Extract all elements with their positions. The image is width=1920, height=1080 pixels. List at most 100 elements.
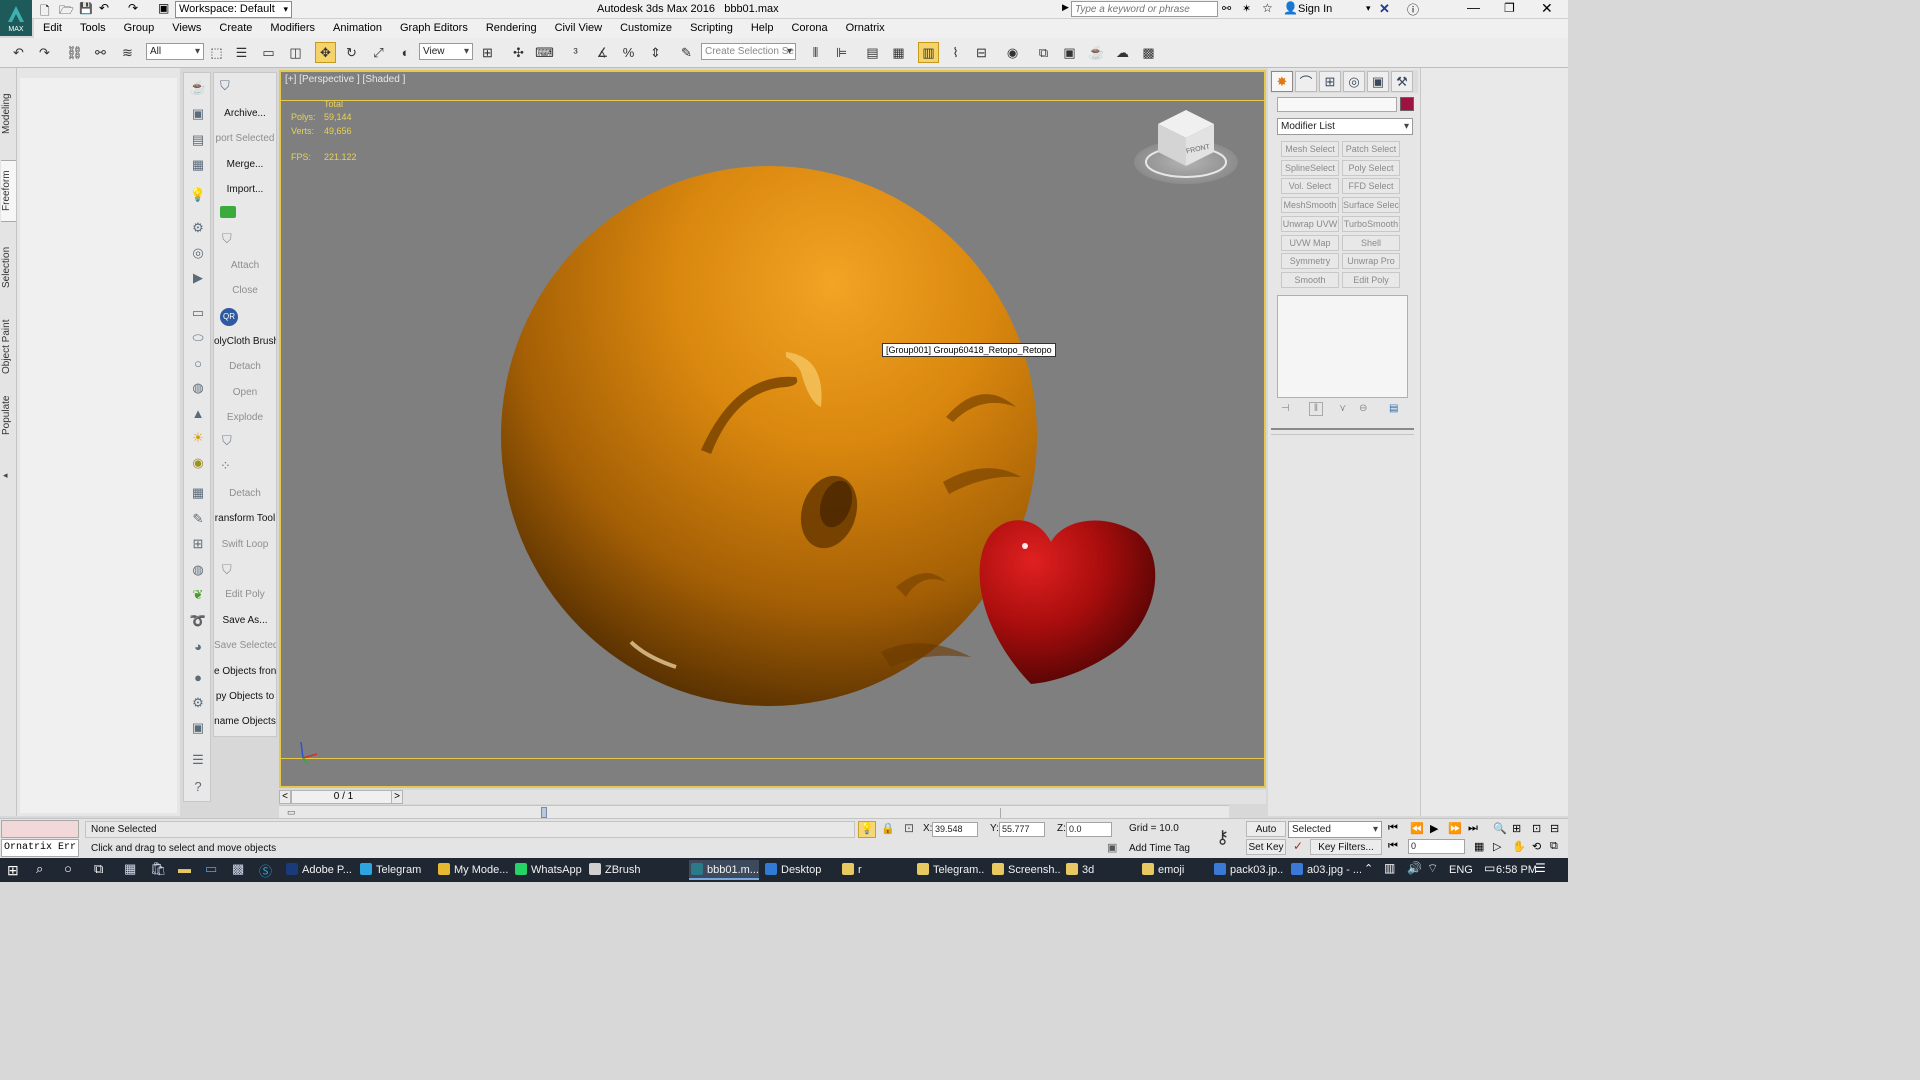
bind-to-space-warp-icon[interactable]: ≋	[117, 42, 138, 63]
task-view-icon[interactable]: ⧉	[94, 861, 103, 877]
list-icon[interactable]: ☰	[188, 750, 208, 770]
menu-animation[interactable]: Animation	[324, 19, 391, 38]
named-selection-sets-dropdown[interactable]: Create Selection Se	[701, 43, 796, 60]
cloth-icon[interactable]: ⚙	[188, 218, 208, 238]
planet-icon[interactable]: ◕	[188, 636, 208, 656]
set-key-mode-key-icon[interactable]: ⚷	[1216, 827, 1229, 848]
selection-lock-icon[interactable]: 🔒	[881, 822, 895, 835]
maxscript-listener-bottom[interactable]: Ornatrix Err	[1, 839, 79, 857]
motion-tab-icon[interactable]: ◎	[1343, 71, 1365, 92]
taskbar-app-a03-jpg[interactable]: a03.jpg - ...	[1289, 860, 1361, 880]
make-unique-icon[interactable]: ⋎	[1339, 403, 1346, 414]
scene-render[interactable]	[281, 72, 1264, 786]
save-file-icon[interactable]: 💾	[79, 2, 93, 15]
tool-button-detach[interactable]: Detach	[214, 488, 276, 499]
y-coordinate-field[interactable]: 55.777	[999, 822, 1045, 837]
modifier-button-symmetry[interactable]: Symmetry	[1281, 253, 1339, 270]
ribbon-tab-object-paint[interactable]: Object Paint	[1, 312, 16, 382]
sphere-object-icon[interactable]: ○	[188, 353, 208, 373]
taskbar-app-emoji[interactable]: emoji	[1140, 860, 1206, 880]
user-icon[interactable]: 👤	[1283, 1, 1298, 15]
pin-stack-icon[interactable]: ⊣	[1281, 403, 1290, 414]
settings-icon[interactable]: ⚙	[188, 693, 208, 713]
photos-app-icon[interactable]: ▩	[232, 861, 244, 877]
modifier-stack[interactable]	[1277, 295, 1408, 398]
zoom-icon[interactable]: 🔍	[1493, 822, 1507, 835]
modifier-button-shell[interactable]: Shell	[1342, 234, 1400, 251]
calculator-app-icon[interactable]: ▦	[124, 861, 136, 877]
ribbon-tab-freeform[interactable]: Freeform	[1, 160, 16, 222]
sky-dome-icon[interactable]: ◉	[188, 453, 208, 473]
menu-group[interactable]: Group	[115, 19, 164, 38]
help-icon[interactable]: ⓘ	[1407, 1, 1419, 18]
tool-button-explode[interactable]: Explode	[214, 412, 276, 423]
green-screen-icon[interactable]	[220, 206, 236, 218]
taskbar-app-zbrush[interactable]: ZBrush	[587, 860, 647, 880]
torus-object-icon[interactable]: ◍	[188, 378, 208, 398]
selection-filter-dropdown[interactable]: All	[146, 43, 204, 60]
tool-button-import[interactable]: Import...	[214, 184, 276, 195]
layer-explorer-icon[interactable]: ▤	[862, 42, 883, 63]
tool-button-merge[interactable]: Merge...	[214, 159, 276, 170]
manipulate-icon[interactable]: ✣	[508, 42, 529, 63]
edit-named-selection-icon[interactable]: ✎	[676, 42, 697, 63]
rectangular-selection-icon[interactable]: ▭	[258, 42, 279, 63]
select-and-place-icon[interactable]: ◐	[395, 42, 416, 63]
use-pivot-center-icon[interactable]: ⊞	[477, 42, 498, 63]
taskbar-app-telegram[interactable]: Telegram...	[915, 860, 985, 880]
curve-editor-icon[interactable]: ⌇	[945, 42, 966, 63]
paint-brush-icon[interactable]: ✎	[188, 509, 208, 529]
network-icon[interactable]: ▥	[1384, 861, 1395, 875]
menu-views[interactable]: Views	[163, 19, 210, 38]
grid-object-icon[interactable]: ⊞	[188, 534, 208, 554]
menu-rendering[interactable]: Rendering	[477, 19, 546, 38]
taskbar-app-r[interactable]: r	[840, 860, 910, 880]
action-center-icon[interactable]: ☰	[1535, 861, 1546, 875]
film-reel-icon[interactable]: ◎	[188, 243, 208, 263]
angle-snap-icon[interactable]: ∡	[592, 42, 613, 63]
menu-graph-editors[interactable]: Graph Editors	[391, 19, 477, 38]
rope-icon[interactable]: ➰	[188, 611, 208, 631]
object-color-swatch[interactable]	[1400, 97, 1414, 111]
set-key-button[interactable]: Set Key	[1246, 839, 1286, 855]
time-slider[interactable]: < 0 / 1 >	[279, 790, 1266, 804]
camera-view-icon[interactable]: ▣	[188, 104, 208, 124]
absolute-mode-transform-icon[interactable]: ⊡	[904, 821, 914, 835]
taskbar-app-screensh[interactable]: Screensh...	[990, 860, 1060, 880]
go-to-start-icon[interactable]: ⏮	[1388, 822, 1398, 835]
menu-edit[interactable]: Edit	[34, 19, 71, 38]
modifier-button-splineselect[interactable]: SplineSelect	[1281, 159, 1339, 176]
current-frame-field[interactable]: 0	[1408, 839, 1465, 854]
perspective-viewport[interactable]: [+] [Perspective ] [Shaded ] Total Polys…	[279, 70, 1266, 788]
menu-help[interactable]: Help	[742, 19, 783, 38]
ribbon-tab-modeling[interactable]: Modeling	[1, 82, 16, 146]
monitor-app-icon[interactable]: ▭	[205, 861, 217, 877]
tool-button-save-selected[interactable]: Save Selected	[214, 640, 276, 651]
modifier-button-edit-poly[interactable]: Edit Poly	[1342, 271, 1400, 288]
display-tab-icon[interactable]: ▣	[1367, 71, 1389, 92]
keyboard-shortcut-override-icon[interactable]: ⌨	[534, 42, 555, 63]
archive-icon[interactable]: ⛉	[220, 78, 230, 94]
snaps-toggle-icon[interactable]: ³	[565, 42, 586, 63]
render-in-cloud-icon[interactable]: ☁	[1112, 42, 1133, 63]
x-coordinate-field[interactable]: 39.548	[932, 822, 978, 837]
taskbar-app-whatsapp[interactable]: WhatsApp	[513, 860, 583, 880]
tool-button-swift-loop[interactable]: Swift Loop	[214, 539, 276, 550]
key-mode-dropdown[interactable]: Selected	[1288, 821, 1382, 838]
go-to-end-icon[interactable]: ⏭	[1468, 822, 1478, 835]
taskbar-app-my-mode[interactable]: My Mode...	[436, 860, 508, 880]
communication-center-icon[interactable]: ✶	[1242, 2, 1251, 15]
schematic-view-icon[interactable]: ⊟	[971, 42, 992, 63]
add-time-tag-button[interactable]: Add Time Tag	[1129, 843, 1190, 854]
render-production-icon[interactable]: ☕	[1086, 42, 1107, 63]
modifier-button-unwrap-uvw[interactable]: Unwrap UVW	[1281, 215, 1339, 232]
key-filters-button[interactable]: Key Filters...	[1310, 839, 1382, 855]
video-camera-icon[interactable]: ▶	[188, 268, 208, 288]
time-slider-prev-button[interactable]: <	[279, 790, 291, 804]
detach-tool-icon[interactable]: ⛉	[222, 433, 232, 449]
spinner-snap-icon[interactable]: ⇕	[645, 42, 666, 63]
track-bar[interactable]: ▭	[279, 805, 1229, 819]
track-bar-key-marker[interactable]	[541, 807, 547, 818]
tool-button-save-as[interactable]: Save As...	[214, 615, 276, 626]
zoom-extents-icon[interactable]: ⊡	[1532, 822, 1541, 835]
